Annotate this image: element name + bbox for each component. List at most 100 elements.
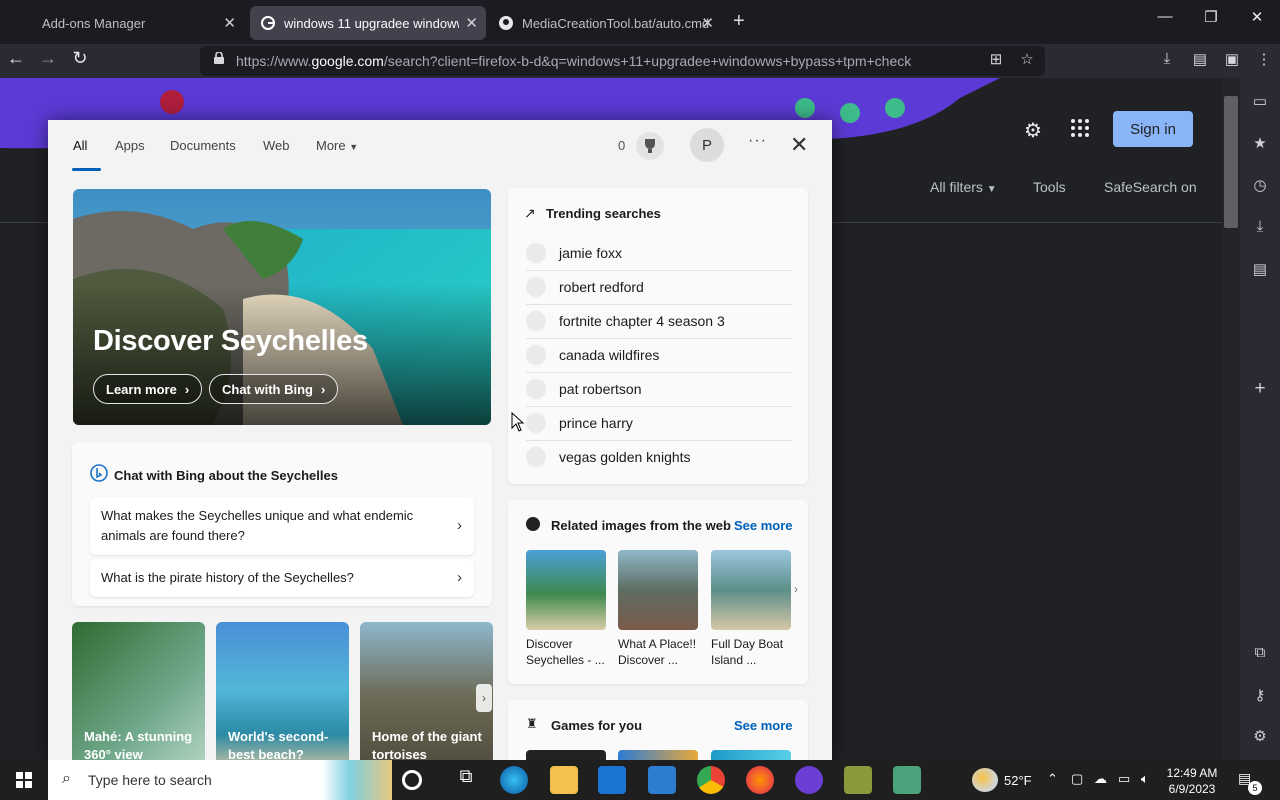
profile-avatar[interactable]: P [690, 128, 724, 162]
chat-question[interactable]: What is the pirate history of the Seyche… [90, 559, 474, 597]
weather-icon[interactable] [972, 768, 998, 792]
next-tiles-arrow-icon[interactable]: › [476, 684, 492, 712]
tab-all[interactable]: All [73, 138, 87, 153]
chat-question-text: What makes the Seychelles unique and wha… [101, 508, 414, 543]
trending-item[interactable]: jamie foxx [526, 237, 792, 271]
trending-item[interactable]: pat robertson [526, 373, 792, 407]
tab-documents[interactable]: Documents [170, 138, 236, 153]
trending-text: robert redford [559, 279, 644, 295]
close-icon[interactable]: ✕ [790, 132, 808, 158]
story-tile[interactable]: Mahé: A stunning 360° view [72, 622, 205, 760]
onedrive-icon[interactable]: ☁ [1094, 771, 1107, 787]
windows-start-icon[interactable] [10, 770, 38, 790]
app-icon[interactable] [893, 766, 921, 794]
related-image[interactable] [711, 550, 791, 630]
address-bar[interactable]: https://www. google.com/search?client=fir… [200, 46, 1045, 76]
collections-icon[interactable]: ▤ [1250, 260, 1270, 280]
key-icon[interactable]: ⚷ [1250, 686, 1270, 706]
tab-more[interactable]: More ▼ [316, 138, 358, 153]
next-images-arrow-icon[interactable]: › [794, 582, 798, 596]
temperature[interactable]: 52°F [1004, 773, 1032, 788]
pocket-icon[interactable]: ▣ [1222, 50, 1242, 70]
close-window-button[interactable]: ✕ [1234, 8, 1280, 26]
chrome-icon[interactable] [697, 766, 725, 794]
tile-label: Mahé: A stunning 360° view [84, 729, 193, 760]
lock-icon[interactable] [214, 51, 224, 64]
tools-link[interactable]: Tools [1033, 179, 1066, 195]
minimize-button[interactable]: — [1142, 8, 1188, 25]
navigation-toolbar: ← → ↻ https://www. google.com/search?clie… [0, 44, 1280, 78]
taskbar-search-box[interactable]: ⌕ Type here to search [48, 760, 392, 800]
trending-item[interactable]: vegas golden knights [526, 441, 792, 475]
app-icon[interactable] [795, 766, 823, 794]
more-options-icon[interactable]: ··· [748, 132, 767, 150]
chevron-up-icon[interactable]: ⌃ [1047, 771, 1058, 787]
url-path: /search?client=firefox-b-d&q=windows+11+… [383, 53, 912, 69]
tab-web[interactable]: Web [263, 138, 290, 153]
see-more-images-link[interactable]: See more [734, 518, 793, 533]
favorites-star-icon[interactable]: ★ [1250, 134, 1270, 154]
tab-mediacreationtool[interactable]: MediaCreationTool.bat/auto.cmd ✕ [488, 6, 722, 40]
game-thumbnail[interactable] [526, 750, 606, 760]
related-image-caption[interactable]: Full Day Boat Island ... [711, 636, 797, 668]
qr-code-icon[interactable]: ⊞ [986, 50, 1006, 70]
add-sidebar-icon[interactable]: + [1250, 378, 1270, 399]
forward-button[interactable]: → [34, 48, 62, 69]
network-icon[interactable]: ▭ [1118, 771, 1130, 787]
extensions-icon[interactable]: ⧉ [1250, 644, 1270, 664]
trending-item[interactable]: canada wildfires [526, 339, 792, 373]
all-filters-dropdown[interactable]: All filters ▼ [930, 179, 997, 195]
cortana-icon[interactable] [402, 770, 422, 790]
settings-gear-icon[interactable]: ⚙ [1024, 118, 1046, 142]
apps-grid-icon[interactable] [1070, 118, 1092, 140]
reload-button[interactable]: ↻ [66, 48, 94, 69]
file-explorer-icon[interactable] [550, 766, 578, 794]
restore-button[interactable]: ❐ [1188, 8, 1234, 26]
volume-icon[interactable]: 🔈︎ [1141, 771, 1149, 787]
see-more-games-link[interactable]: See more [734, 718, 793, 733]
related-image-caption[interactable]: What A Place!! Discover ... [618, 636, 704, 668]
edge-icon[interactable] [500, 766, 528, 794]
hero-card[interactable]: Discover Seychelles Learn more › Chat wit… [73, 189, 491, 425]
downloads-icon[interactable]: ⤓ [1157, 50, 1177, 70]
story-tile[interactable]: World's second-best beach? [216, 622, 349, 760]
trending-item[interactable]: robert redford [526, 271, 792, 305]
safesearch-link[interactable]: SafeSearch on [1104, 179, 1197, 195]
story-tile[interactable]: Home of the giant tortoises [360, 622, 493, 760]
task-view-icon[interactable]: ⧉ [452, 766, 480, 794]
sidebar-downloads-icon[interactable]: ⤓ [1250, 218, 1270, 238]
back-button[interactable]: ← [2, 48, 30, 69]
related-image[interactable] [526, 550, 606, 630]
game-thumbnail[interactable] [618, 750, 698, 760]
sidebar-toggle-icon[interactable]: ▤ [1190, 50, 1210, 70]
trophy-icon[interactable] [636, 132, 664, 160]
scrollbar-thumb[interactable] [1224, 96, 1238, 228]
game-thumbnail[interactable] [711, 750, 791, 760]
close-tab-icon[interactable]: ✕ [465, 14, 478, 32]
close-tab-icon[interactable]: ✕ [701, 14, 714, 32]
related-image[interactable] [618, 550, 698, 630]
trending-item[interactable]: fortnite chapter 4 season 3 [526, 305, 792, 339]
briefcase-icon[interactable]: ▭ [1250, 92, 1270, 112]
learn-more-button[interactable]: Learn more › [93, 374, 203, 404]
mail-icon[interactable] [648, 766, 676, 794]
firefox-icon[interactable] [746, 766, 774, 794]
new-tab-button[interactable]: + [733, 10, 745, 33]
clock[interactable]: 12:49 AM 6/9/2023 [1164, 765, 1220, 797]
tab-apps[interactable]: Apps [115, 138, 145, 153]
tab-google-search[interactable]: windows 11 upgradee windowws ✕ [250, 6, 486, 40]
related-image-caption[interactable]: Discover Seychelles - ... [526, 636, 612, 668]
microsoft-store-icon[interactable] [598, 766, 626, 794]
tab-addons-manager[interactable]: Add-ons Manager ✕ [30, 6, 244, 40]
bookmark-star-icon[interactable]: ☆ [1017, 50, 1037, 70]
meet-now-icon[interactable]: ▢ [1071, 771, 1083, 787]
close-tab-icon[interactable]: ✕ [223, 14, 236, 32]
chat-with-bing-button[interactable]: Chat with Bing › [209, 374, 339, 404]
app-icon[interactable] [844, 766, 872, 794]
sidebar-settings-icon[interactable]: ⚙ [1250, 727, 1270, 747]
trending-item[interactable]: prince harry [526, 407, 792, 441]
sign-in-button[interactable]: Sign in [1113, 111, 1193, 147]
menu-icon[interactable]: ⋮ [1254, 50, 1274, 70]
chat-question[interactable]: What makes the Seychelles unique and wha… [90, 497, 474, 555]
history-icon[interactable]: ◷ [1250, 176, 1270, 196]
